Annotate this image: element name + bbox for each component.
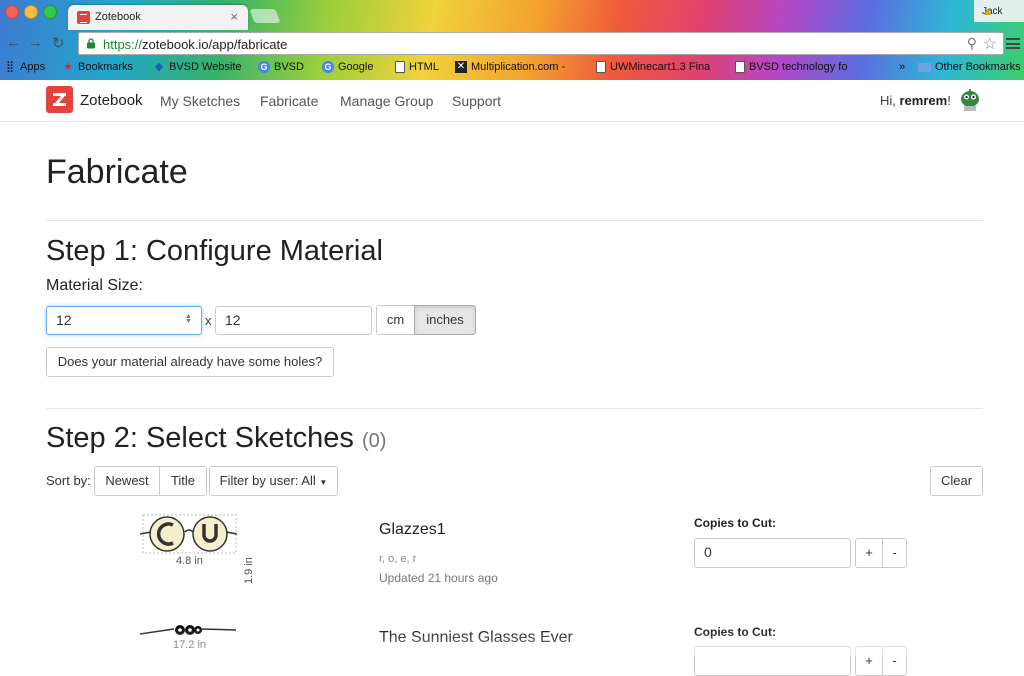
copies-label: Copies to Cut: xyxy=(694,625,776,639)
profile-button[interactable]: Jack ▲ xyxy=(974,0,1024,22)
bookmarks-bar: ⣿ Apps ★ Bookmarks ◆ BVSD Website G BVSD G Go… xyxy=(0,58,1024,80)
copies-input[interactable] xyxy=(694,646,851,676)
sketch-author: r, o, e, r xyxy=(379,553,417,565)
site-navbar: Zotebook My Sketches Fabricate Manage Gr… xyxy=(0,80,1024,122)
sort-newest-button[interactable]: Newest xyxy=(94,466,160,496)
nav-fabricate[interactable]: Fabricate xyxy=(260,93,318,109)
bookmark-uwminecart[interactable]: UWMinecart1.3 Fina xyxy=(596,61,710,73)
bookmark-html[interactable]: HTML xyxy=(395,61,439,73)
browser-chrome: Zotebook × Jack ▲ ← → ↻ https://zotebook… xyxy=(0,0,1024,80)
material-height-input[interactable]: 12 xyxy=(215,306,372,335)
apps-grid-icon: ⣿ xyxy=(5,61,15,73)
browser-menu-icon[interactable] xyxy=(1006,38,1020,49)
sketch-width: 17.2 in xyxy=(173,639,207,651)
unit-cm-button[interactable]: cm xyxy=(376,305,415,335)
sketch-title[interactable]: The Sunniest Glasses Ever xyxy=(379,629,573,647)
material-width-input[interactable]: 12 ▲ ▼ xyxy=(46,306,202,335)
tab-title: Zotebook xyxy=(95,11,141,23)
copies-decrement-button[interactable]: - xyxy=(882,538,907,568)
maximize-window-icon[interactable] xyxy=(43,5,57,19)
times-separator: x xyxy=(205,313,212,328)
bookmark-bvsd-website[interactable]: ◆ BVSD Website xyxy=(153,61,242,73)
zotebook-favicon-icon xyxy=(77,11,90,24)
document-icon xyxy=(395,61,405,73)
browser-toolbar: ← → ↻ https://zotebook.io/app/fabricate … xyxy=(0,30,1024,58)
sketch-updated: Updated 21 hours ago xyxy=(379,571,498,585)
divider xyxy=(46,408,983,409)
url-text: https://zotebook.io/app/fabricate xyxy=(103,37,288,52)
bookmark-google[interactable]: G Google xyxy=(322,61,373,73)
sketch-thumbnail-glazzes1[interactable] xyxy=(138,512,238,556)
number-spinner-icon[interactable]: ▲ ▼ xyxy=(185,313,192,325)
step1-title: Step 1: Configure Material xyxy=(46,235,383,267)
browser-tab[interactable]: Zotebook × xyxy=(68,5,248,30)
bookmark-apps[interactable]: ⣿ Apps xyxy=(4,61,45,73)
sketch-height: 1.9 in xyxy=(243,557,255,584)
diamond-icon: ◆ xyxy=(154,61,164,73)
google-icon: G xyxy=(258,61,270,73)
sketch-thumbnail-sunniest-glasses[interactable] xyxy=(138,620,238,640)
document-icon xyxy=(596,61,606,73)
bookmark-bookmarks[interactable]: ★ Bookmarks xyxy=(62,61,133,73)
sort-by-label: Sort by: xyxy=(46,473,91,488)
avatar[interactable] xyxy=(956,86,984,114)
divider xyxy=(46,220,983,221)
tab-close-icon[interactable]: × xyxy=(230,9,238,24)
material-holes-button[interactable]: Does your material already have some hol… xyxy=(46,347,334,377)
warning-icon: ▲ xyxy=(982,6,993,18)
caret-down-icon: ▼ xyxy=(319,478,328,487)
user-greeting[interactable]: Hi, remrem! xyxy=(880,93,951,108)
selected-count: (0) xyxy=(361,430,387,452)
bookmark-star-icon[interactable]: ☆ xyxy=(983,34,997,54)
bookmark-bvsd-technology[interactable]: BVSD technology fo xyxy=(735,61,847,73)
address-bar[interactable]: https://zotebook.io/app/fabricate ⚲ ☆ xyxy=(78,32,1004,55)
unit-inches-button[interactable]: inches xyxy=(414,305,476,335)
copies-input[interactable]: 0 xyxy=(694,538,851,568)
copies-increment-button[interactable]: + xyxy=(855,646,883,676)
document-icon xyxy=(735,61,745,73)
minimize-window-icon[interactable] xyxy=(24,5,38,19)
back-icon[interactable]: ← xyxy=(6,34,21,51)
star-icon: ★ xyxy=(63,61,73,73)
zoom-search-icon[interactable]: ⚲ xyxy=(967,35,977,52)
step2-title: Step 2: Select Sketches (0) xyxy=(46,422,387,454)
nav-manage-group[interactable]: Manage Group xyxy=(340,93,433,109)
forward-icon[interactable]: → xyxy=(28,34,43,51)
zotebook-logo-icon[interactable] xyxy=(46,86,73,113)
sketch-width: 4.8 in xyxy=(176,555,203,567)
material-size-label: Material Size: xyxy=(46,277,143,294)
bookmark-bvsd[interactable]: G BVSD xyxy=(258,61,304,73)
copies-label: Copies to Cut: xyxy=(694,516,776,530)
bookmark-other-bookmarks[interactable]: Other Bookmarks xyxy=(918,61,1021,73)
reload-icon[interactable]: ↻ xyxy=(52,34,65,52)
brand-name[interactable]: Zotebook xyxy=(80,92,143,109)
filter-user-dropdown[interactable]: Filter by user: All ▼ xyxy=(209,466,338,496)
clear-button[interactable]: Clear xyxy=(930,466,983,496)
close-window-icon[interactable] xyxy=(5,5,19,19)
sketch-title[interactable]: Glazzes1 xyxy=(379,521,446,539)
folder-icon xyxy=(918,62,931,72)
x-icon: ✕ xyxy=(455,61,467,73)
google-icon: G xyxy=(322,61,334,73)
bookmark-multiplication[interactable]: ✕ Multiplication.com - xyxy=(455,61,565,73)
new-tab-button[interactable] xyxy=(249,9,281,23)
copies-decrement-button[interactable]: - xyxy=(882,646,907,676)
copies-increment-button[interactable]: + xyxy=(855,538,883,568)
sort-title-button[interactable]: Title xyxy=(159,466,207,496)
lock-icon xyxy=(87,38,95,49)
page-title: Fabricate xyxy=(46,153,188,191)
tab-strip: Zotebook × Jack ▲ xyxy=(0,0,1024,30)
nav-my-sketches[interactable]: My Sketches xyxy=(160,93,240,109)
nav-support[interactable]: Support xyxy=(452,93,501,109)
bookmarks-overflow[interactable]: » xyxy=(899,61,905,73)
